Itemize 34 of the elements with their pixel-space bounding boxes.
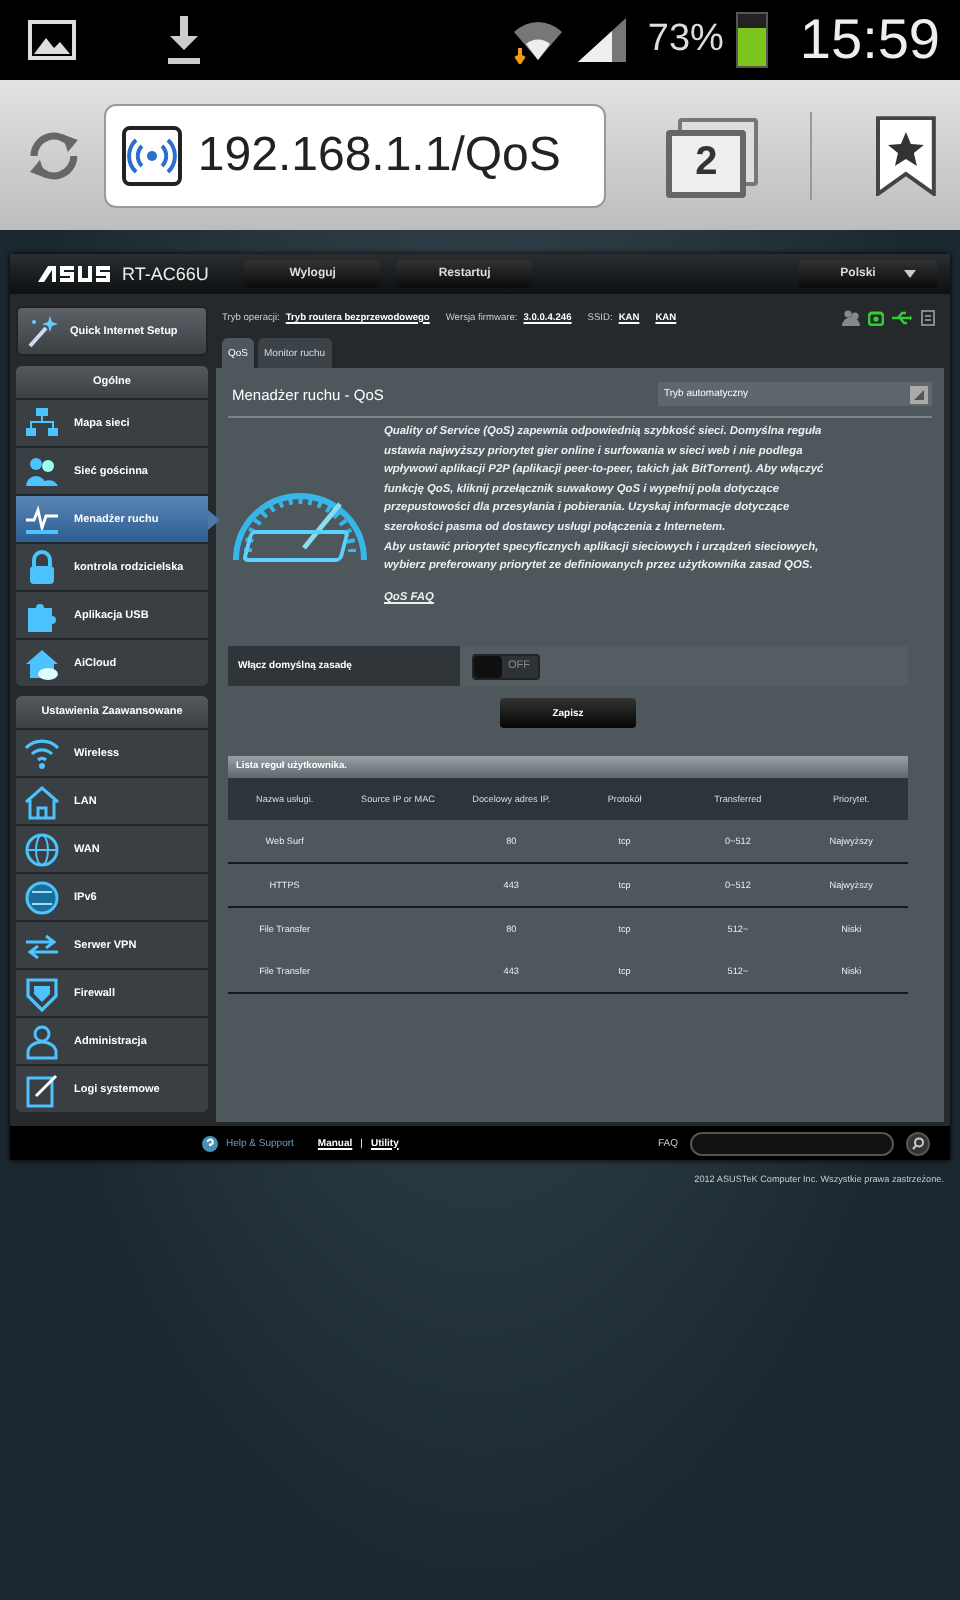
bookmark-icon[interactable] (876, 115, 936, 195)
download-icon (164, 16, 204, 64)
wifi-icon (24, 735, 60, 771)
brand-logo-icon (38, 266, 110, 282)
battery-icon (735, 12, 768, 68)
network-icon (24, 405, 60, 441)
globe-icon (24, 879, 60, 915)
lock-icon (24, 549, 60, 585)
shield-icon (24, 975, 60, 1011)
battery-percent: 73% (647, 18, 724, 62)
usb-icon (892, 310, 912, 326)
router-status-icon (868, 310, 884, 326)
search-icon[interactable] (906, 1131, 930, 1155)
house-icon (24, 783, 60, 819)
printer-icon (920, 310, 936, 326)
clock: 15:59 (799, 8, 940, 72)
help-icon (202, 1135, 218, 1151)
notepad-icon (24, 1071, 60, 1107)
people-icon (842, 310, 860, 326)
site-icon (121, 125, 182, 185)
signal-icon (575, 16, 628, 64)
people-icon (24, 453, 60, 489)
faq-search-field[interactable] (690, 1131, 894, 1155)
cloud-house-icon (24, 645, 60, 681)
picture-icon (28, 20, 76, 60)
pulse-icon (24, 501, 60, 537)
person-icon (24, 1023, 60, 1059)
caret-icon (903, 270, 916, 278)
url-field[interactable]: 192.168.1.1/QoS (103, 103, 607, 207)
magic-wand-icon (26, 315, 58, 347)
dropdown-arrow-icon (910, 385, 928, 403)
wifi-icon (511, 16, 564, 64)
model-name: RT-AC66U (122, 264, 209, 284)
globe-icon (24, 831, 60, 867)
